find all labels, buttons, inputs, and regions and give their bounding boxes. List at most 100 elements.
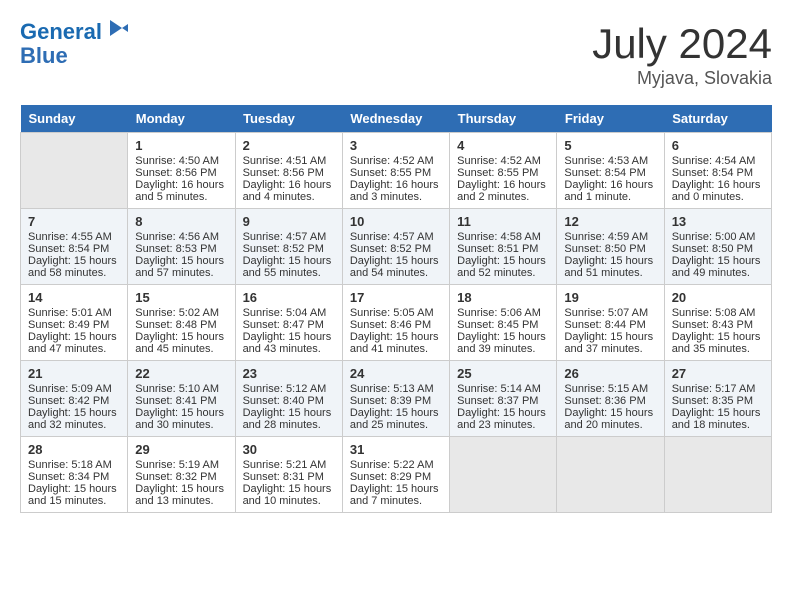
daylight-text: Daylight: 15 hours and 43 minutes. [243, 331, 335, 355]
sunrise-text: Sunrise: 5:02 AM [135, 307, 227, 319]
sunrise-text: Sunrise: 5:00 AM [672, 231, 764, 243]
daylight-text: Daylight: 16 hours and 5 minutes. [135, 179, 227, 203]
day-number: 14 [28, 290, 120, 305]
sunset-text: Sunset: 8:47 PM [243, 319, 335, 331]
weekday-header-wednesday: Wednesday [342, 105, 449, 133]
sunrise-text: Sunrise: 4:52 AM [457, 155, 549, 167]
sunrise-text: Sunrise: 5:07 AM [564, 307, 656, 319]
calendar-cell: 2Sunrise: 4:51 AMSunset: 8:56 PMDaylight… [235, 133, 342, 209]
page-header: General Blue July 2024 Myjava, Slovakia [20, 20, 772, 89]
day-number: 19 [564, 290, 656, 305]
sunrise-text: Sunrise: 5:18 AM [28, 459, 120, 471]
daylight-text: Daylight: 15 hours and 18 minutes. [672, 407, 764, 431]
sunrise-text: Sunrise: 5:05 AM [350, 307, 442, 319]
weekday-header-saturday: Saturday [664, 105, 771, 133]
calendar-cell: 3Sunrise: 4:52 AMSunset: 8:55 PMDaylight… [342, 133, 449, 209]
sunrise-text: Sunrise: 5:01 AM [28, 307, 120, 319]
day-number: 3 [350, 138, 442, 153]
calendar-cell: 12Sunrise: 4:59 AMSunset: 8:50 PMDayligh… [557, 209, 664, 285]
daylight-text: Daylight: 16 hours and 0 minutes. [672, 179, 764, 203]
week-row-5: 28Sunrise: 5:18 AMSunset: 8:34 PMDayligh… [21, 437, 772, 513]
calendar-cell: 30Sunrise: 5:21 AMSunset: 8:31 PMDayligh… [235, 437, 342, 513]
daylight-text: Daylight: 15 hours and 47 minutes. [28, 331, 120, 355]
day-number: 21 [28, 366, 120, 381]
daylight-text: Daylight: 15 hours and 58 minutes. [28, 255, 120, 279]
sunrise-text: Sunrise: 4:55 AM [28, 231, 120, 243]
sunrise-text: Sunrise: 4:59 AM [564, 231, 656, 243]
day-number: 16 [243, 290, 335, 305]
day-number: 6 [672, 138, 764, 153]
daylight-text: Daylight: 15 hours and 28 minutes. [243, 407, 335, 431]
calendar-cell: 24 Sunrise: 5:13 AMSunset: 8:39 PMDayligh… [342, 361, 449, 437]
weekday-row: SundayMondayTuesdayWednesdayThursdayFrid… [21, 105, 772, 133]
calendar-cell [21, 133, 128, 209]
logo: General Blue [20, 20, 128, 68]
daylight-text: Daylight: 15 hours and 35 minutes. [672, 331, 764, 355]
day-number: 17 [350, 290, 442, 305]
daylight-text: Daylight: 15 hours and 7 minutes. [350, 483, 442, 507]
day-number: 28 [28, 442, 120, 457]
week-row-4: 21 Sunrise: 5:09 AMSunset: 8:42 PM Dayligh… [21, 361, 772, 437]
daylight-text: Daylight: 15 hours and 25 minutes. [350, 407, 442, 431]
day-number: 29 [135, 442, 227, 457]
calendar-cell: 27Sunrise: 5:17 AMSunset: 8:35 PMDayligh… [664, 361, 771, 437]
day-number: 26 [564, 366, 656, 381]
sunset-text: Sunset: 8:42 PM [28, 395, 120, 407]
sunset-text: Sunset: 8:45 PM [457, 319, 549, 331]
calendar-cell: 7Sunrise: 4:55 AMSunset: 8:54 PMDaylight… [21, 209, 128, 285]
calendar-cell: 21Sunrise: 5:09 AMSunset: 8:42 PMDayligh… [21, 361, 128, 437]
sunrise-text: Sunrise: 4:57 AM [350, 231, 442, 243]
calendar-cell: 11Sunrise: 4:58 AMSunset: 8:51 PMDayligh… [450, 209, 557, 285]
sunset-text: Sunset: 8:55 PM [350, 167, 442, 179]
calendar-cell: 15Sunrise: 5:02 AMSunset: 8:48 PMDayligh… [128, 285, 235, 361]
daylight-text: Daylight: 16 hours and 2 minutes. [457, 179, 549, 203]
calendar-cell: 4Sunrise: 4:52 AMSunset: 8:55 PMDaylight… [450, 133, 557, 209]
sunrise-text: Sunrise: 4:58 AM [457, 231, 549, 243]
calendar-cell: 5Sunrise: 4:53 AMSunset: 8:54 PMDaylight… [557, 133, 664, 209]
sunset-text: Sunset: 8:34 PM [28, 471, 120, 483]
sunrise-text: Sunrise: 4:53 AM [564, 155, 656, 167]
week-row-1: 1Sunrise: 4:50 AMSunset: 8:56 PMDaylight… [21, 133, 772, 209]
title-block: July 2024 Myjava, Slovakia [592, 20, 772, 89]
sunset-text: Sunset: 8:43 PM [672, 319, 764, 331]
sunrise-text: Sunrise: 5:08 AM [672, 307, 764, 319]
calendar-cell: 23Sunrise: 5:12 AMSunset: 8:40 PMDayligh… [235, 361, 342, 437]
sunset-text: Sunset: 8:51 PM [457, 243, 549, 255]
sunrise-text: Sunrise: 4:57 AM [243, 231, 335, 243]
calendar-body: 1Sunrise: 4:50 AMSunset: 8:56 PMDaylight… [21, 133, 772, 513]
daylight-text: Daylight: 16 hours and 3 minutes. [350, 179, 442, 203]
sunset-text: Sunset: 8:40 PM [243, 395, 335, 407]
calendar-cell: 14Sunrise: 5:01 AMSunset: 8:49 PMDayligh… [21, 285, 128, 361]
sunrise-text: Sunrise: 4:50 AM [135, 155, 227, 167]
sunset-text: Sunset: 8:52 PM [350, 243, 442, 255]
day-number: 18 [457, 290, 549, 305]
calendar-cell [664, 437, 771, 513]
day-number: 27 [672, 366, 764, 381]
logo-icon [104, 18, 128, 42]
sunset-text: Sunset: 8:50 PM [672, 243, 764, 255]
daylight-text: Daylight: 15 hours and 20 minutes. [564, 407, 656, 431]
daylight-text: Daylight: 15 hours and 15 minutes. [28, 483, 120, 507]
sunset-text: Sunset: 8:44 PM [564, 319, 656, 331]
daylight-text: Daylight: 15 hours and 23 minutes. [457, 407, 549, 431]
day-number: 20 [672, 290, 764, 305]
day-number: 31 [350, 442, 442, 457]
calendar-cell: 28 Sunrise: 5:18 AMSunset: 8:34 PMDayligh… [21, 437, 128, 513]
daylight-text: Daylight: 15 hours and 49 minutes. [672, 255, 764, 279]
day-number: 24 [350, 366, 442, 381]
calendar-cell: 18Sunrise: 5:06 AMSunset: 8:45 PMDayligh… [450, 285, 557, 361]
daylight-text: Daylight: 15 hours and 57 minutes. [135, 255, 227, 279]
calendar-cell: 17Sunrise: 5:05 AMSunset: 8:46 PMDayligh… [342, 285, 449, 361]
sunrise-text: Sunrise: 5:09 AM [28, 383, 120, 395]
calendar-cell: 6Sunrise: 4:54 AMSunset: 8:54 PMDaylight… [664, 133, 771, 209]
sunrise-text: Sunrise: 5:13 AM [350, 383, 442, 395]
daylight-text: Daylight: 16 hours and 1 minute. [564, 179, 656, 203]
sunset-text: Sunset: 8:39 PM [350, 395, 442, 407]
sunset-text: Sunset: 8:29 PM [350, 471, 442, 483]
location: Myjava, Slovakia [592, 68, 772, 89]
logo-text: General [20, 20, 102, 44]
daylight-text: Daylight: 16 hours and 4 minutes. [243, 179, 335, 203]
day-number: 22 [135, 366, 227, 381]
sunset-text: Sunset: 8:41 PM [135, 395, 227, 407]
sunset-text: Sunset: 8:31 PM [243, 471, 335, 483]
